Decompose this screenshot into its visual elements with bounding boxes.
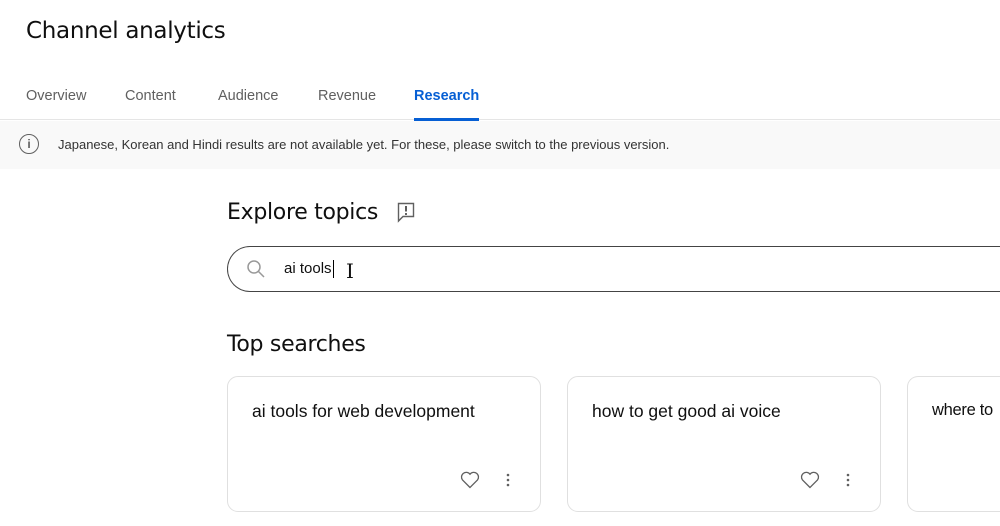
search-card[interactable]: how to get good ai voice xyxy=(567,376,881,512)
info-icon: i xyxy=(19,134,39,154)
tab-overview[interactable]: Overview xyxy=(26,88,86,104)
top-searches-heading: Top searches xyxy=(227,332,366,357)
search-card[interactable]: where to xyxy=(907,376,1000,512)
card-title: how to get good ai voice xyxy=(592,401,781,421)
card-title: ai tools for web development xyxy=(252,401,475,421)
notice-text: Japanese, Korean and Hindi results are n… xyxy=(58,137,670,152)
search-input[interactable]: ai tools I xyxy=(227,246,1000,292)
search-card[interactable]: ai tools for web development xyxy=(227,376,541,512)
search-icon xyxy=(247,260,265,278)
more-vert-icon[interactable] xyxy=(846,473,850,487)
tab-content[interactable]: Content xyxy=(125,88,176,104)
tab-audience[interactable]: Audience xyxy=(218,88,278,104)
tab-research[interactable]: Research xyxy=(414,88,480,121)
tab-bar: Overview Content Audience Revenue Resear… xyxy=(0,78,1000,121)
feedback-icon[interactable] xyxy=(397,202,415,224)
more-vert-icon[interactable] xyxy=(506,473,510,487)
text-cursor-icon: I xyxy=(346,259,354,283)
explore-topics-heading: Explore topics xyxy=(227,200,379,225)
heart-icon[interactable] xyxy=(460,471,480,489)
search-value: ai tools xyxy=(284,260,334,278)
notice-banner: i Japanese, Korean and Hindi results are… xyxy=(0,121,1000,169)
tab-revenue[interactable]: Revenue xyxy=(318,88,376,104)
page-title: Channel analytics xyxy=(26,18,226,44)
heart-icon[interactable] xyxy=(800,471,820,489)
card-title: where to xyxy=(932,401,993,419)
